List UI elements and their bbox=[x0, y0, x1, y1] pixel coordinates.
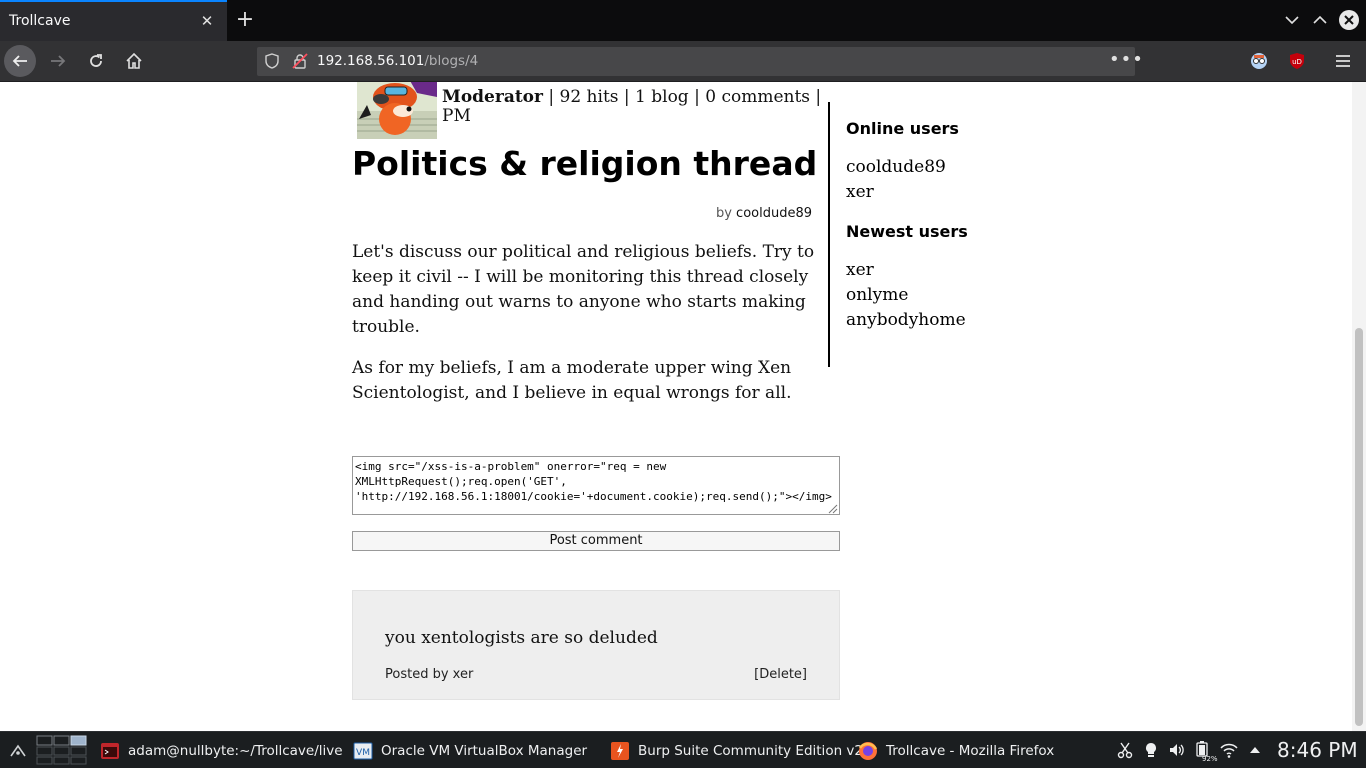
volume-icon[interactable] bbox=[1168, 741, 1186, 759]
delete-comment-link[interactable]: [Delete] bbox=[754, 667, 807, 682]
app-launcher-icon[interactable] bbox=[8, 741, 28, 761]
newest-user-link[interactable]: onlyme bbox=[846, 283, 966, 308]
task-firefox[interactable]: Trollcave - Mozilla Firefox bbox=[858, 732, 1054, 768]
post-paragraph: Let's discuss our political and religiou… bbox=[352, 242, 815, 337]
post-comment-button[interactable]: Post comment bbox=[352, 531, 840, 551]
author-name-link[interactable]: Moderator bbox=[442, 87, 543, 107]
arrow-right-icon bbox=[51, 55, 66, 67]
svg-text:VM: VM bbox=[356, 748, 370, 758]
tab-trollcave[interactable]: Trollcave ✕ bbox=[0, 0, 227, 41]
shield-icon[interactable] bbox=[265, 53, 279, 69]
wifi-icon[interactable] bbox=[1220, 741, 1238, 759]
terminal-icon bbox=[101, 742, 119, 759]
battery-percent: 92% bbox=[1202, 755, 1218, 763]
chevron-down-icon[interactable] bbox=[1283, 11, 1301, 29]
home-button[interactable] bbox=[118, 45, 150, 77]
task-virtualbox[interactable]: VM Oracle VM VirtualBox Manager bbox=[353, 732, 587, 768]
task-label: Burp Suite Community Edition v2... bbox=[638, 742, 876, 759]
window-close-icon[interactable] bbox=[1339, 10, 1359, 30]
forward-button[interactable] bbox=[42, 45, 74, 77]
svg-text:uD: uD bbox=[1292, 58, 1302, 66]
task-label: adam@nullbyte:~/Trollcave/live bbox=[128, 742, 343, 759]
sidebar-divider bbox=[828, 102, 830, 367]
comment-meta: Posted by xer bbox=[385, 667, 473, 682]
insecure-lock-icon[interactable] bbox=[292, 53, 308, 69]
tab-close-icon[interactable]: ✕ bbox=[198, 12, 216, 30]
task-burp-suite[interactable]: Burp Suite Community Edition v2... bbox=[610, 732, 876, 768]
resize-grip-icon[interactable] bbox=[826, 502, 838, 514]
task-label: Oracle VM VirtualBox Manager bbox=[381, 742, 588, 759]
author-info: Moderator | 92 hits | 1 blog | 0 comment… bbox=[442, 88, 822, 126]
online-users-list: cooldude89 xer bbox=[846, 155, 946, 205]
virtualbox-icon: VM bbox=[353, 742, 373, 759]
url-host: 192.168.56.101 bbox=[317, 53, 425, 69]
chevron-up-icon[interactable] bbox=[1311, 11, 1329, 29]
burp-icon bbox=[611, 741, 629, 760]
arrow-left-icon bbox=[12, 55, 27, 67]
virtual-desktop-pager[interactable] bbox=[36, 735, 88, 765]
page-viewport: Moderator | 92 hits | 1 blog | 0 comment… bbox=[0, 82, 1366, 731]
url-text[interactable]: 192.168.56.101/blogs/4 bbox=[317, 53, 478, 69]
reload-icon bbox=[90, 54, 102, 67]
comment-posted-by: Posted by bbox=[385, 667, 453, 682]
byline-prefix: by bbox=[715, 206, 737, 221]
online-users-heading: Online users bbox=[846, 119, 959, 138]
scrollbar-thumb[interactable] bbox=[1355, 328, 1363, 726]
page-scrollbar[interactable] bbox=[1352, 82, 1366, 731]
byline: by cooldude89 bbox=[716, 206, 812, 221]
tab-title: Trollcave bbox=[9, 13, 71, 29]
blog-title: Politics & religion thread bbox=[352, 144, 818, 183]
post-paragraph: As for my beliefs, I am a moderate upper… bbox=[352, 358, 792, 403]
online-user-link[interactable]: cooldude89 bbox=[846, 155, 946, 180]
address-bar[interactable]: 192.168.56.101/blogs/4 ••• bbox=[257, 47, 1143, 76]
online-user-link[interactable]: xer bbox=[846, 180, 946, 205]
comment-user-link[interactable]: xer bbox=[453, 667, 474, 682]
ublock-icon[interactable]: uD bbox=[1288, 52, 1306, 70]
navigation-toolbar: 192.168.56.101/blogs/4 ••• uD bbox=[0, 41, 1366, 82]
clock[interactable]: 8:46 PM bbox=[1277, 738, 1358, 762]
reload-button[interactable] bbox=[80, 45, 112, 77]
task-label: Trollcave - Mozilla Firefox bbox=[886, 742, 1055, 759]
newest-users-list: xer onlyme anybodyhome bbox=[846, 258, 966, 333]
scissors-icon[interactable] bbox=[1116, 741, 1134, 759]
byline-user-link[interactable]: cooldude89 bbox=[736, 206, 812, 221]
newest-users-heading: Newest users bbox=[846, 222, 968, 241]
home-icon bbox=[126, 52, 142, 69]
page-actions-button[interactable]: ••• bbox=[1109, 49, 1144, 70]
comment-textarea[interactable] bbox=[352, 456, 840, 515]
taskbar: adam@nullbyte:~/Trollcave/live VM Oracle… bbox=[0, 731, 1366, 768]
comment-text: you xentologists are so deluded bbox=[385, 628, 658, 648]
extension-icon[interactable] bbox=[1250, 52, 1268, 70]
newest-user-link[interactable]: anybodyhome bbox=[846, 308, 966, 333]
tray-expand-icon[interactable] bbox=[1246, 741, 1264, 759]
author-avatar bbox=[357, 82, 437, 139]
comment-card: you xentologists are so deluded Posted b… bbox=[352, 590, 840, 700]
tab-strip: Trollcave ✕ + bbox=[0, 0, 1366, 41]
newest-user-link[interactable]: xer bbox=[846, 258, 966, 283]
task-terminal[interactable]: adam@nullbyte:~/Trollcave/live bbox=[100, 732, 343, 768]
lightbulb-icon[interactable] bbox=[1142, 741, 1160, 759]
url-path: /blogs/4 bbox=[424, 53, 479, 69]
firefox-icon bbox=[858, 741, 878, 760]
hamburger-menu-icon[interactable] bbox=[1334, 52, 1352, 70]
new-tab-button[interactable]: + bbox=[233, 8, 257, 32]
back-button[interactable] bbox=[4, 45, 36, 77]
